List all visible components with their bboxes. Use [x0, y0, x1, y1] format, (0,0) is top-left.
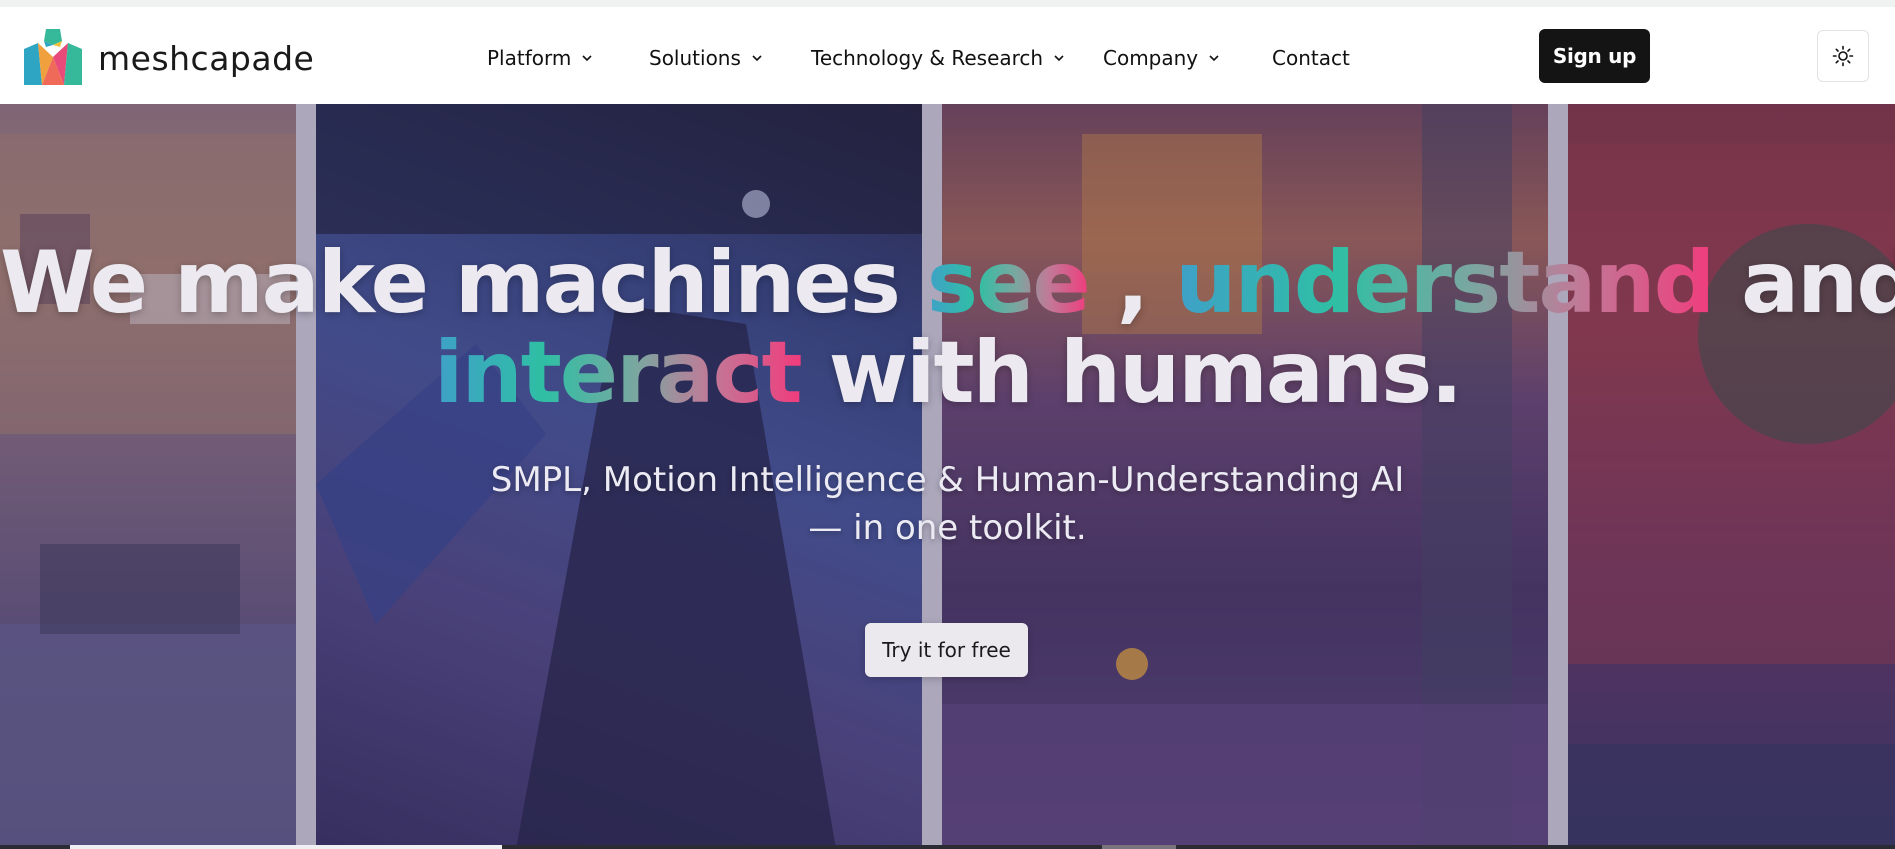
site-header: meshcapade Platform Solutions Technology… [0, 7, 1895, 104]
nav-item-label: Technology & Research [811, 46, 1044, 70]
headline-highlight-interact: interact [433, 323, 803, 423]
meshcapade-logo-icon [24, 29, 82, 85]
brand-logo-link[interactable]: meshcapade [20, 25, 314, 91]
chevron-down-icon [582, 55, 592, 62]
brand-name: meshcapade [98, 38, 315, 78]
chevron-down-icon [752, 55, 762, 62]
nav-item-company[interactable]: Company [1103, 44, 1220, 72]
sign-up-button[interactable]: Sign up [1539, 29, 1650, 83]
nav-item-technology-research[interactable]: Technology & Research [811, 44, 1065, 72]
headline-highlight-understand: understand [1175, 233, 1715, 333]
chevron-down-icon [1054, 55, 1064, 62]
headline-text: and [1741, 233, 1895, 333]
hero-subheadline-line-1: SMPL, Motion Intelligence & Human-Unders… [490, 460, 1405, 500]
nav-item-contact[interactable]: Contact [1272, 44, 1350, 72]
headline-text: with humans. [800, 323, 1463, 423]
headline-highlight-see: see [926, 233, 1091, 333]
theme-toggle-button[interactable] [1817, 30, 1869, 82]
carousel-progress-indicator[interactable] [70, 845, 502, 849]
hero-headline-line-2: interact with humans. [0, 328, 1895, 418]
try-it-for-free-button[interactable]: Try it for free [865, 623, 1028, 677]
nav-item-label: Platform [487, 46, 572, 70]
hero-headline-line-1: We make machines see , understand and [0, 238, 1895, 328]
chevron-down-icon [1209, 55, 1219, 62]
nav-item-solutions[interactable]: Solutions [649, 44, 763, 72]
nav-item-label: Company [1103, 46, 1199, 70]
sun-icon [1832, 45, 1854, 67]
hero-subheadline-line-2: — in one toolkit. [808, 508, 1087, 548]
hero-subheadline: SMPL, Motion Intelligence & Human-Unders… [0, 456, 1895, 552]
carousel-progress-indicator[interactable] [1102, 845, 1176, 849]
hero-section: We make machines see , understand and in… [0, 104, 1895, 849]
hero-headline: We make machines see , understand and in… [0, 238, 1895, 418]
headline-text: We make machines [0, 233, 927, 333]
nav-item-label: Solutions [649, 46, 741, 70]
headline-text: , [1088, 233, 1176, 333]
top-strip [0, 0, 1895, 7]
nav-item-label: Contact [1272, 46, 1350, 70]
nav-item-platform[interactable]: Platform [487, 44, 593, 72]
